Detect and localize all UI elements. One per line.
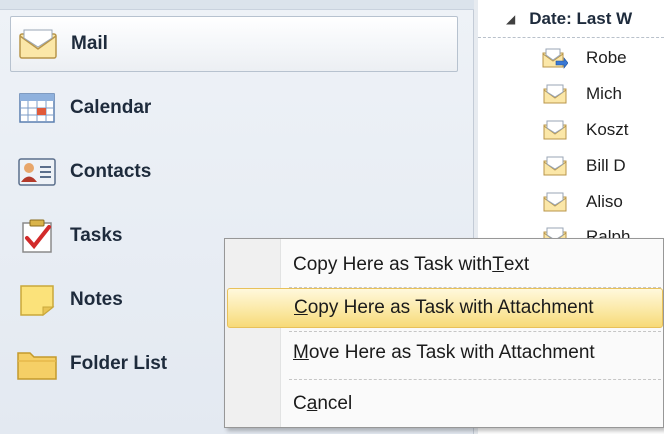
forwarded-mail-icon (540, 46, 570, 70)
menu-item-label: opy Here as Task with Attachment (307, 297, 594, 318)
menu-separator (289, 379, 661, 380)
nav-item-calendar[interactable]: Calendar (10, 80, 458, 136)
notes-icon (14, 280, 60, 320)
nav-item-label: Tasks (70, 225, 123, 246)
menu-item-label: Copy Here as Task with (293, 254, 493, 275)
cancel-menu-item[interactable]: Ca ncel (227, 384, 663, 424)
contacts-icon (14, 152, 60, 192)
nav-pane-header-strip (0, 0, 474, 10)
sender-name: Robe (586, 48, 627, 67)
move-here-as-task-with-attachment-menu-item[interactable]: Move Here as Task with Attachment (227, 333, 663, 373)
menu-accelerator-key: a (306, 393, 318, 414)
sender-name: Mich (586, 84, 622, 103)
calendar-icon (14, 88, 60, 128)
sender-name: Aliso (586, 192, 623, 211)
read-mail-icon (540, 190, 570, 214)
sender-name: Bill D (586, 156, 626, 175)
tasks-icon (14, 216, 60, 256)
folder-icon (14, 344, 60, 384)
menu-accelerator-key: M (293, 342, 309, 363)
menu-item-label: C (293, 393, 307, 414)
read-mail-icon (540, 154, 570, 178)
sender-name: Koszt (586, 120, 629, 139)
nav-item-mail[interactable]: Mail (10, 16, 458, 72)
list-item[interactable]: Robe (478, 43, 664, 73)
menu-item-label: ncel (317, 393, 353, 414)
menu-separator (289, 331, 661, 332)
nav-item-contacts[interactable]: Contacts (10, 144, 458, 200)
mail-icon (15, 24, 61, 64)
menu-item-label: ext (503, 254, 530, 275)
context-menu: Copy Here as Task with Text Copy Here as… (224, 238, 664, 428)
nav-item-label: Contacts (70, 161, 152, 182)
read-mail-icon (540, 118, 570, 142)
read-mail-icon (540, 82, 570, 106)
list-item[interactable]: Koszt (478, 115, 664, 145)
group-header-label: Date: Last W (529, 8, 633, 28)
list-item[interactable]: Aliso (478, 187, 664, 217)
list-item[interactable]: Bill D (478, 151, 664, 181)
nav-item-label: Folder List (70, 353, 168, 374)
nav-item-label: Notes (70, 289, 123, 310)
copy-here-as-task-with-attachment-menu-item[interactable]: Copy Here as Task with Attachment (227, 288, 663, 328)
nav-item-label: Calendar (70, 97, 152, 118)
copy-here-as-task-with-text-menu-item[interactable]: Copy Here as Task with Text (227, 245, 663, 285)
menu-accelerator-key: C (294, 297, 308, 318)
menu-accelerator-key: T (492, 254, 504, 275)
date-group-header[interactable]: ◢ Date: Last W (478, 0, 664, 38)
menu-item-label: ove Here as Task with Attachment (308, 342, 595, 363)
list-item[interactable]: Mich (478, 79, 664, 109)
collapse-triangle-icon[interactable]: ◢ (506, 12, 515, 26)
nav-item-label: Mail (71, 33, 108, 54)
